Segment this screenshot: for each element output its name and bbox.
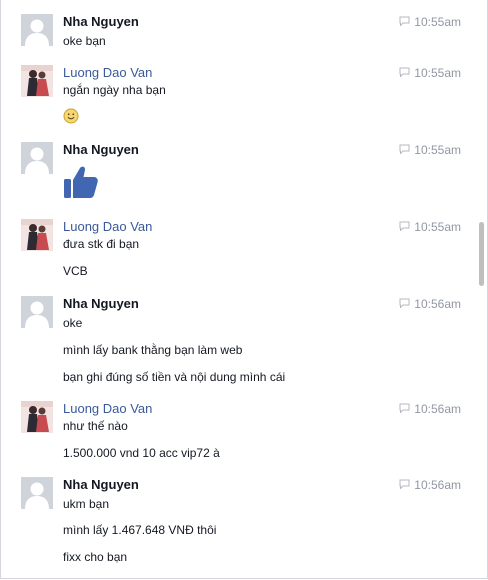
sender-name[interactable]: Luong Dao Van (63, 65, 152, 81)
scrollbar-thumb[interactable] (479, 222, 484, 286)
chat-thread: Nha Nguyen 10:55am oke bạn Luong Dao Van… (0, 0, 488, 579)
timestamp-text: 10:56am (414, 402, 461, 416)
timestamp: 10:55am (399, 143, 461, 158)
thumbs-up-icon[interactable] (63, 164, 99, 204)
reply-icon (399, 15, 410, 30)
message-group: Luong Dao Van 10:55am đưa stk đi bạn VCB (1, 219, 471, 279)
message-text: ukm bạn (63, 497, 110, 511)
sender-name[interactable]: Nha Nguyen (63, 142, 139, 158)
message-text: fixx cho bạn (63, 550, 128, 564)
avatar[interactable] (21, 296, 53, 328)
avatar[interactable] (21, 142, 53, 174)
message-group: Luong Dao Van 10:56am như thế nào 1.500.… (1, 401, 471, 465)
message-group: Nha Nguyen 10:56am oke mình lấy bank thằ… (1, 296, 471, 386)
timestamp-text: 10:55am (414, 15, 461, 29)
message-text: 1.500.000 vnd 10 acc vip72 à (63, 446, 220, 460)
message-text: ngắn ngày nha bạn (63, 83, 166, 97)
timestamp: 10:56am (399, 297, 461, 312)
sender-name[interactable]: Nha Nguyen (63, 477, 139, 493)
smiley-emoji-icon (63, 108, 79, 128)
avatar[interactable] (21, 219, 53, 251)
timestamp: 10:56am (399, 402, 461, 417)
timestamp: 10:55am (399, 15, 461, 30)
timestamp-text: 10:56am (414, 297, 461, 311)
message-text: đưa stk đi bạn (63, 237, 140, 251)
reply-icon (399, 143, 410, 158)
reply-icon (399, 66, 410, 81)
avatar[interactable] (21, 65, 53, 97)
message-text: mình lấy 1.467.648 VNĐ thôi (63, 523, 217, 537)
message-text: VCB (63, 264, 88, 278)
message-text: oke bạn (63, 34, 106, 48)
timestamp: 10:55am (399, 66, 461, 81)
message-group: Nha Nguyen 10:56am ukm bạn mình lấy 1.46… (1, 477, 471, 567)
message-group: Nha Nguyen 10:55am oke bạn (1, 14, 471, 54)
avatar[interactable] (21, 477, 53, 509)
timestamp: 10:56am (399, 478, 461, 493)
timestamp-text: 10:55am (414, 143, 461, 157)
message-text: mình lấy bank thằng bạn làm web (63, 343, 243, 357)
sender-name[interactable]: Nha Nguyen (63, 14, 139, 30)
timestamp-text: 10:55am (414, 220, 461, 234)
reply-icon (399, 402, 410, 417)
timestamp: 10:55am (399, 220, 461, 235)
message-group: Luong Dao Van 10:55am ngắn ngày nha bạn (1, 65, 471, 129)
avatar[interactable] (21, 14, 53, 46)
reply-icon (399, 220, 410, 235)
avatar[interactable] (21, 401, 53, 433)
reply-icon (399, 297, 410, 312)
message-text: bạn ghi đúng số tiền và nội dung mình cá… (63, 370, 286, 384)
reply-icon (399, 478, 410, 493)
sender-name[interactable]: Luong Dao Van (63, 219, 152, 235)
sender-name[interactable]: Nha Nguyen (63, 296, 139, 312)
timestamp-text: 10:56am (414, 478, 461, 492)
sender-name[interactable]: Luong Dao Van (63, 401, 152, 417)
message-group: Nha Nguyen 10:55am (1, 142, 471, 206)
message-text: như thế nào (63, 419, 128, 433)
timestamp-text: 10:55am (414, 66, 461, 80)
message-text: oke (63, 316, 83, 330)
